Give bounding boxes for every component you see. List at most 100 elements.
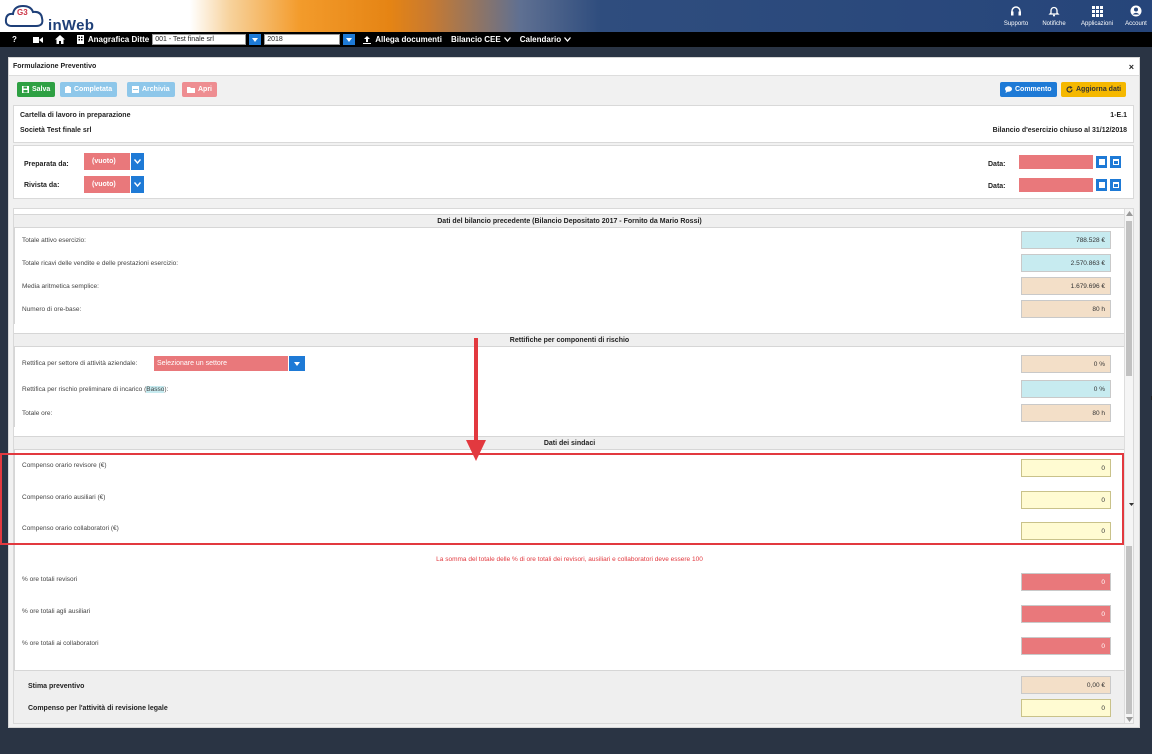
open-button[interactable]: Apri [182, 82, 217, 97]
refresh-data-button[interactable]: Aggiorna dati [1061, 82, 1127, 97]
sector-select[interactable]: Selezionare un settore [154, 356, 288, 371]
prepared-by-select[interactable]: (vuoto) [84, 153, 130, 170]
preliminary-risk-value: 0 % [1021, 380, 1111, 398]
scroll-up-icon[interactable] [1126, 211, 1133, 216]
reviewed-by-select[interactable]: (vuoto) [84, 176, 130, 193]
auditor-rate-label: Compenso orario revisore (€) [22, 462, 107, 469]
average-label: Media aritmetica semplice: [22, 283, 99, 290]
panel-title: Formulazione Preventivo [13, 63, 97, 70]
comment-label: Commento [1015, 86, 1052, 93]
company-select[interactable]: 001 - Test finale srl [152, 34, 247, 45]
workbook-status: Cartella di lavoro in preparazione [20, 112, 131, 119]
legal-audit-fee-input[interactable]: 0 [1021, 699, 1111, 717]
bilancio-cee-label: Bilancio CEE [450, 35, 501, 44]
logo-letters: G3 [17, 8, 28, 17]
scrollbar-thumb-lower[interactable] [1126, 546, 1132, 714]
calendar-menu[interactable]: Calendario [519, 35, 572, 44]
total-revenue-value: 2.570.863 € [1021, 254, 1111, 272]
archive-icon [132, 86, 139, 93]
reviewed-by-chevron-icon[interactable] [131, 176, 144, 193]
preliminary-risk-label: Rettifica per rischio preliminare di inc… [22, 386, 168, 393]
company-registry-label: Anagrafica Ditte [87, 35, 150, 44]
year-select[interactable]: 2018 [264, 34, 341, 45]
folder-icon [187, 86, 195, 93]
sector-adjust-value: 0 % [1021, 355, 1111, 373]
grid-icon [1074, 3, 1120, 19]
year-select-chevron-icon[interactable] [343, 34, 356, 45]
base-hours-value: 80 h [1021, 300, 1111, 318]
risk-header: Rettifiche per componenti di rischio [14, 333, 1125, 347]
notifications-label: Notifiche [1042, 21, 1066, 27]
prepared-by-label: Preparata da: [24, 161, 69, 168]
support-label: Supporto [1003, 21, 1029, 27]
close-icon[interactable]: × [1129, 62, 1134, 72]
total-hours-label: Totale ore: [22, 410, 53, 417]
floppy-icon [22, 86, 29, 93]
reviewed-by-label: Rivista da: [24, 182, 60, 189]
refresh-icon [1066, 86, 1073, 93]
save-label: Salva [32, 86, 51, 93]
top-brand-bar: G3 inWeb Supporto Notifiche Applicazioni [0, 0, 1152, 34]
panel-header: Formulazione Preventivo × [9, 58, 1139, 76]
archive-label: Archivia [142, 86, 170, 93]
account-button[interactable]: Account [1120, 0, 1152, 32]
risk-level-badge: Basso [146, 386, 165, 393]
support-button[interactable]: Supporto [998, 0, 1034, 32]
balance-period: Bilancio d'esercizio chiuso al 31/12/201… [992, 127, 1127, 134]
app-logo[interactable]: G3 inWeb [4, 2, 94, 34]
auditor-pct-label: % ore totali revisori [22, 576, 78, 583]
save-button[interactable]: Salva [17, 82, 56, 97]
attach-documents-label: Allega documenti [375, 35, 442, 44]
applications-button[interactable]: Applicazioni [1074, 0, 1120, 32]
headset-icon [998, 3, 1034, 19]
reviewed-date-input[interactable] [1019, 178, 1093, 192]
prev-balance-body [14, 228, 1125, 324]
base-hours-label: Numero di ore-base: [22, 306, 82, 313]
company-select-chevron-icon[interactable] [249, 34, 262, 45]
prepared-by-chevron-icon[interactable] [131, 153, 144, 170]
video-icon[interactable] [32, 36, 43, 44]
assistant-rate-label: Compenso orario ausiliari (€) [22, 494, 106, 501]
assistant-pct-input[interactable]: 0 [1021, 605, 1111, 623]
estimate-label: Stima preventivo [28, 683, 85, 690]
help-button[interactable]: ? [12, 35, 17, 44]
auditor-pct-input[interactable]: 0 [1021, 573, 1111, 591]
complete-button[interactable]: Completata [60, 82, 118, 97]
nav-bar: ? Anagrafica Ditte 001 - Test finale srl… [0, 32, 1152, 47]
calendar-label: Calendario [519, 35, 562, 44]
scroll-down-icon[interactable] [1126, 717, 1133, 722]
collaborator-pct-input[interactable]: 0 [1021, 637, 1111, 655]
calendar-icon[interactable] [1110, 179, 1121, 191]
collaborator-rate-input[interactable]: 0 [1021, 522, 1111, 540]
chevron-down-icon [564, 37, 572, 42]
clear-date-icon[interactable] [1096, 156, 1107, 168]
building-icon [76, 35, 84, 44]
scrollbar[interactable] [1124, 209, 1133, 723]
average-value: 1.679.696 € [1021, 277, 1111, 295]
clear-date-icon[interactable] [1096, 179, 1107, 191]
attach-documents-menu[interactable]: Allega documenti [363, 35, 442, 44]
scrollbar-thumb[interactable] [1126, 221, 1132, 376]
estimate-value: 0,00 € [1021, 676, 1111, 694]
content-scroll-area[interactable]: Dati del bilancio precedente (Bilancio D… [13, 208, 1134, 724]
assistant-rate-input[interactable]: 0 [1021, 491, 1111, 509]
complete-label: Completata [74, 86, 113, 93]
home-icon[interactable] [54, 35, 65, 44]
signers-section: Preparata da: (vuoto) Rivista da: (vuoto… [13, 145, 1134, 199]
total-assets-value: 788.528 € [1021, 231, 1111, 249]
clipboard-icon [65, 86, 71, 93]
comment-button[interactable]: Commento [1000, 82, 1057, 97]
notifications-button[interactable]: Notifiche [1034, 0, 1074, 32]
total-revenue-label: Totale ricavi delle vendite e delle pres… [22, 260, 179, 267]
reviewed-date-label: Data: [988, 183, 1006, 190]
bell-icon [1034, 3, 1074, 19]
prev-balance-header: Dati del bilancio precedente (Bilancio D… [14, 214, 1125, 228]
calendar-icon[interactable] [1110, 156, 1121, 168]
auditor-rate-input[interactable]: 0 [1021, 459, 1111, 477]
top-icons: Supporto Notifiche Applicazioni Account [998, 0, 1152, 32]
archive-button[interactable]: Archivia [127, 82, 175, 97]
prepared-date-input[interactable] [1019, 155, 1093, 169]
workbook-info: Cartella di lavoro in preparazione Socie… [13, 105, 1134, 143]
sector-chevron-icon[interactable] [289, 356, 305, 371]
bilancio-cee-menu[interactable]: Bilancio CEE [451, 35, 511, 44]
